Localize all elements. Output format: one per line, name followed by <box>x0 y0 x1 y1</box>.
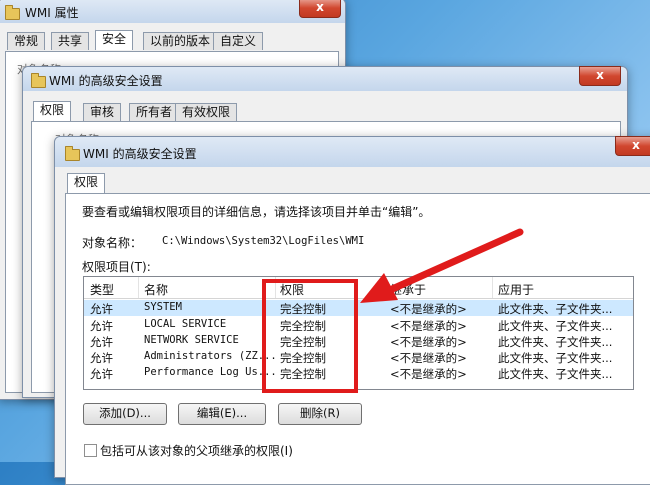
tab-effective-permissions[interactable]: 有效权限 <box>175 103 238 121</box>
table-row[interactable]: 允许 Performance Log Us... 完全控制 <不是继承的> 此文… <box>84 365 633 381</box>
permission-entries-list[interactable]: 类型 名称 权限 继承于 应用于 允许 SYSTEM 完全控制 <不是继承的> … <box>83 276 634 390</box>
folder-icon <box>31 73 46 88</box>
inherit-checkbox-label: 包括可从该对象的父项继承的权限(I) <box>100 444 293 458</box>
folder-icon <box>5 5 20 20</box>
title-bar[interactable]: WMI 属性 x <box>0 0 345 23</box>
cell-name: Administrators (ZZ... <box>144 350 277 362</box>
tab-security[interactable]: 安全 <box>95 30 134 50</box>
column-inherited-from[interactable]: 继承于 <box>390 281 426 298</box>
cell-applies-to: 此文件夹、子文件夹... <box>498 302 613 316</box>
tab-auditing[interactable]: 审核 <box>83 103 122 121</box>
tab-customize[interactable]: 自定义 <box>213 32 264 50</box>
cell-inherited-from: <不是继承的> <box>390 319 467 333</box>
cell-type: 允许 <box>90 335 113 349</box>
title-bar[interactable]: WMI 的高级安全设置 x <box>55 136 650 167</box>
title-bar[interactable]: WMI 的高级安全设置 x <box>23 66 627 91</box>
inherit-checkbox[interactable] <box>84 444 97 457</box>
cell-type: 允许 <box>90 367 113 381</box>
cell-applies-to: 此文件夹、子文件夹... <box>498 351 613 365</box>
cell-type: 允许 <box>90 319 113 333</box>
cell-inherited-from: <不是继承的> <box>390 351 467 365</box>
highlight-box <box>262 279 358 393</box>
tab-permissions[interactable]: 权限 <box>67 173 106 193</box>
object-name-label: 对象名称： <box>82 236 143 250</box>
window-title: WMI 的高级安全设置 <box>83 147 197 161</box>
cell-name: Performance Log Us... <box>144 366 277 378</box>
tab-previous-versions[interactable]: 以前的版本 <box>143 32 218 50</box>
window-title: WMI 属性 <box>25 6 79 20</box>
cell-inherited-from: <不是继承的> <box>390 367 467 381</box>
remove-button[interactable]: 删除(R) <box>278 403 362 425</box>
cell-type: 允许 <box>90 302 113 316</box>
cell-applies-to: 此文件夹、子文件夹... <box>498 367 613 381</box>
cell-name: NETWORK SERVICE <box>144 334 239 346</box>
column-applies-to[interactable]: 应用于 <box>498 281 534 298</box>
description-text: 要查看或编辑权限项目的详细信息，请选择该项目并单击“编辑”。 <box>82 205 431 219</box>
tab-owner[interactable]: 所有者 <box>129 103 180 121</box>
close-button[interactable]: x <box>579 66 621 86</box>
column-type[interactable]: 类型 <box>90 281 114 298</box>
permission-entries-label: 权限项目(T): <box>82 260 151 274</box>
cell-applies-to: 此文件夹、子文件夹... <box>498 335 613 349</box>
cell-inherited-from: <不是继承的> <box>390 302 467 316</box>
table-row[interactable]: 允许 LOCAL SERVICE 完全控制 <不是继承的> 此文件夹、子文件夹.… <box>84 317 633 333</box>
cell-type: 允许 <box>90 351 113 365</box>
list-header: 类型 名称 权限 继承于 应用于 <box>84 277 633 299</box>
cell-name: SYSTEM <box>144 301 182 313</box>
edit-button[interactable]: 编辑(E)... <box>178 403 266 425</box>
cell-name: LOCAL SERVICE <box>144 318 227 330</box>
column-divider <box>138 277 139 298</box>
close-button[interactable]: x <box>299 0 341 18</box>
column-divider <box>384 277 385 298</box>
add-button[interactable]: 添加(D)... <box>83 403 167 425</box>
table-row[interactable]: 允许 Administrators (ZZ... 完全控制 <不是继承的> 此文… <box>84 349 633 365</box>
window-title: WMI 的高级安全设置 <box>49 74 163 88</box>
column-name[interactable]: 名称 <box>144 281 168 298</box>
close-button[interactable]: x <box>615 136 650 156</box>
tab-permissions[interactable]: 权限 <box>33 101 72 121</box>
table-row[interactable]: 允许 SYSTEM 完全控制 <不是继承的> 此文件夹、子文件夹... <box>84 300 633 316</box>
folder-icon <box>65 146 80 161</box>
object-name-value: C:\Windows\System32\LogFiles\WMI <box>162 235 365 247</box>
tab-general[interactable]: 常规 <box>7 32 46 50</box>
cell-applies-to: 此文件夹、子文件夹... <box>498 319 613 333</box>
tab-sharing[interactable]: 共享 <box>51 32 90 50</box>
column-divider <box>492 277 493 298</box>
cell-inherited-from: <不是继承的> <box>390 335 467 349</box>
table-row[interactable]: 允许 NETWORK SERVICE 完全控制 <不是继承的> 此文件夹、子文件… <box>84 333 633 349</box>
